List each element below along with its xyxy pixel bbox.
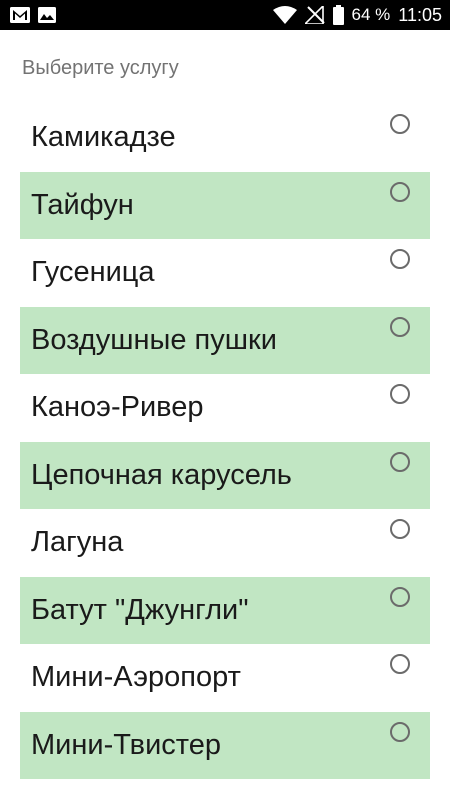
service-option-mini-airport[interactable]: Мини-Аэропорт [20,644,430,712]
service-option-kamikaze[interactable]: Камикадзе [20,104,430,172]
radio-button[interactable] [390,451,410,472]
service-option-air-cannons[interactable]: Воздушные пушки [20,306,430,374]
screen-title: Выберите услугу [22,57,179,79]
service-option-laguna[interactable]: Лагуна [20,509,430,577]
radio-button[interactable] [390,181,410,202]
battery-percentage: 64 % [351,5,391,24]
radio-button[interactable] [390,654,410,674]
radio-button[interactable] [390,249,410,269]
option-label: Батут "Джунгли" [31,593,249,626]
service-option-canoe-river[interactable]: Каноэ-Ривер [20,374,430,442]
service-option-chain-carousel[interactable]: Цепочная карусель [20,441,430,509]
option-label: Цепочная карусель [31,458,292,491]
radio-button[interactable] [390,114,410,134]
radio-button[interactable] [390,721,410,742]
battery-icon [332,5,344,25]
clock: 11:05 [398,5,442,25]
wifi-icon [272,6,297,24]
option-label: Мини-Аэропорт [31,661,241,694]
option-label: Гусеница [31,256,155,289]
option-label: Воздушные пушки [31,323,277,356]
status-bar: 64 % 11:05 [0,0,450,30]
service-selection-screen: Выберите услугу Камикадзе Тайфун Гусениц… [0,30,450,800]
service-option-caterpillar[interactable]: Гусеница [20,239,430,307]
service-option-jungle-trampoline[interactable]: Батут "Джунгли" [20,576,430,644]
radio-button[interactable] [390,519,410,539]
radio-button[interactable] [390,384,410,404]
option-label: Мини-Твистер [31,728,221,761]
option-label: Лагуна [31,526,124,559]
option-label: Камикадзе [31,121,176,154]
gmail-icon [10,7,30,23]
radio-button[interactable] [390,586,410,607]
option-label: Каноэ-Ривер [31,391,204,424]
no-signal-icon [304,6,325,24]
radio-button[interactable] [390,316,410,337]
service-option-mini-twister[interactable]: Мини-Твистер [20,711,430,779]
image-icon [38,7,56,23]
service-list: Камикадзе Тайфун Гусеница Воздушные пушк… [20,104,430,779]
service-option-typhoon[interactable]: Тайфун [20,171,430,239]
option-label: Тайфун [31,188,134,221]
